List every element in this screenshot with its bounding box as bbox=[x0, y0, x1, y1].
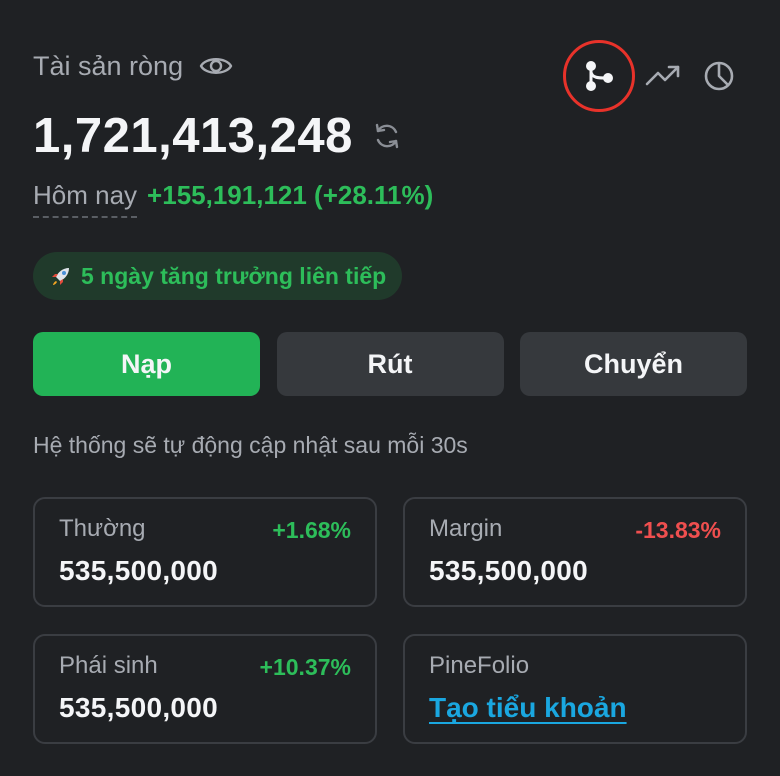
trend-up-icon[interactable] bbox=[635, 43, 691, 109]
today-change-value: +155,191,121 (+28.11%) bbox=[147, 180, 434, 210]
card-value: 535,500,000 bbox=[59, 555, 219, 586]
transfer-button[interactable]: Chuyển bbox=[520, 332, 747, 396]
eye-icon[interactable] bbox=[199, 49, 233, 83]
card-change: +1.68% bbox=[272, 517, 351, 543]
action-buttons: Nạp Rút Chuyển bbox=[33, 332, 747, 396]
account-card-margin[interactable]: Margin -13.83% 535,500,000 bbox=[403, 497, 747, 607]
net-assets-label: Tài sản ròng bbox=[33, 50, 184, 81]
refresh-icon[interactable] bbox=[371, 120, 403, 152]
pie-chart-icon[interactable] bbox=[691, 43, 747, 109]
branch-icon[interactable] bbox=[563, 40, 635, 112]
total-assets-row: 1,721,413,248 bbox=[33, 108, 403, 164]
net-assets-header: Tài sản ròng bbox=[33, 40, 747, 112]
today-change-row: Hôm nay +155,191,121 (+28.11%) bbox=[33, 180, 433, 218]
growth-streak-text: 5 ngày tăng trưởng liên tiếp bbox=[81, 262, 387, 289]
account-card-derivatives[interactable]: Phái sinh +10.37% 535,500,000 bbox=[33, 634, 377, 744]
growth-streak-badge: 5 ngày tăng trưởng liên tiếp bbox=[33, 252, 403, 300]
auto-update-notice: Hệ thống sẽ tự động cập nhật sau mỗi 30s bbox=[33, 432, 468, 458]
card-title: PineFolio bbox=[429, 652, 530, 679]
card-change: +10.37% bbox=[259, 654, 351, 680]
card-value: 535,500,000 bbox=[429, 555, 589, 586]
rocket-icon bbox=[49, 264, 73, 288]
today-label[interactable]: Hôm nay bbox=[33, 180, 138, 218]
card-value: 535,500,000 bbox=[59, 692, 219, 723]
card-change: -13.83% bbox=[635, 517, 721, 543]
withdraw-button[interactable]: Rút bbox=[276, 332, 504, 396]
create-sub-account-link[interactable]: Tạo tiểu khoản bbox=[429, 692, 627, 724]
sub-account-cards: Thường +1.68% 535,500,000 Margin -13.83%… bbox=[33, 497, 747, 744]
account-card-pinefolio: PineFolio Tạo tiểu khoản bbox=[403, 634, 747, 744]
total-assets-value: 1,721,413,248 bbox=[33, 109, 353, 163]
account-card-regular[interactable]: Thường +1.68% 535,500,000 bbox=[33, 497, 377, 607]
deposit-button[interactable]: Nạp bbox=[33, 332, 260, 396]
view-mode-switcher bbox=[563, 40, 747, 112]
